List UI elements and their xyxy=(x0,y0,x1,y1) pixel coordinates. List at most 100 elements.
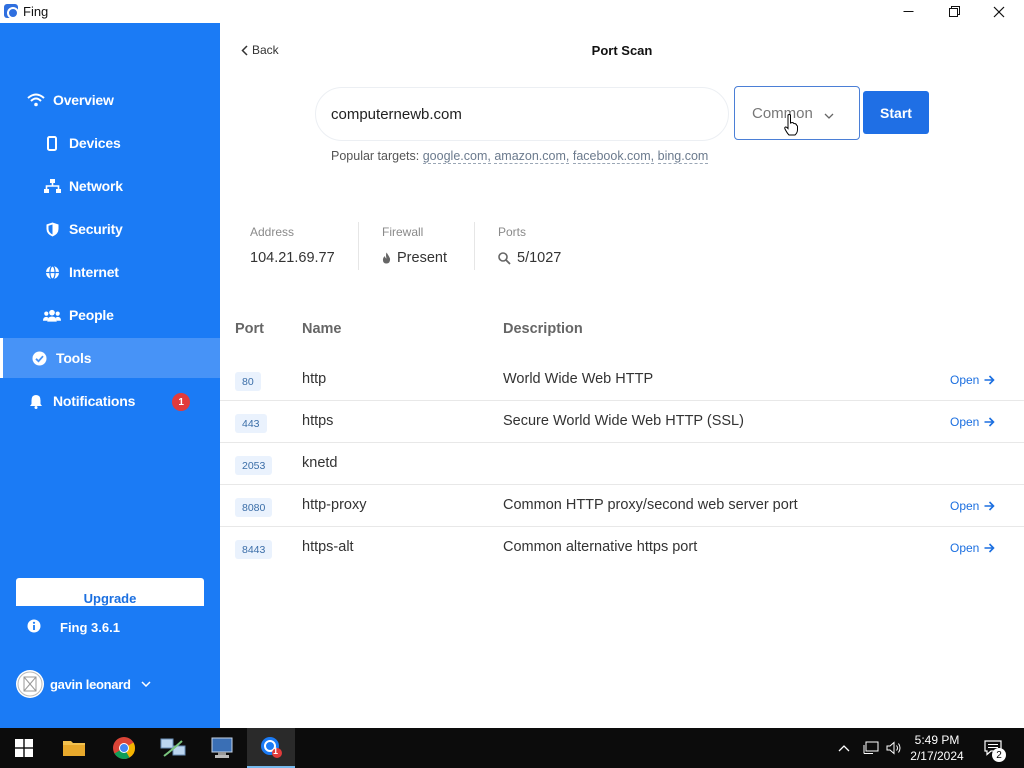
port-number: 443 xyxy=(235,414,267,433)
sidebar-item-label: Overview xyxy=(53,92,114,108)
sidebar-item-label: Tools xyxy=(56,350,92,366)
taskbar-file-explorer[interactable] xyxy=(50,728,98,768)
upgrade-button[interactable]: Upgrade xyxy=(16,578,204,606)
address-stat: Address 104.21.69.77 xyxy=(250,218,360,278)
sidebar-item-label: Devices xyxy=(69,135,121,151)
ports-value: 5/1027 xyxy=(517,250,562,266)
service-description: Secure World Wide Web HTTP (SSL) xyxy=(503,413,744,429)
popular-target-link[interactable]: bing.com xyxy=(657,149,709,164)
sidebar-item-internet[interactable]: Internet xyxy=(0,252,220,292)
user-menu[interactable]: gavin leonard xyxy=(16,669,151,699)
popular-targets-label: Popular targets: xyxy=(331,149,420,163)
restore-icon xyxy=(948,6,960,17)
folder-icon xyxy=(63,741,85,756)
service-name: http xyxy=(302,371,327,387)
network-computers-icon xyxy=(160,738,186,757)
sidebar-item-label: Notifications xyxy=(53,393,136,409)
arrow-right-icon xyxy=(984,417,995,427)
address-value: 104.21.69.77 xyxy=(250,250,335,266)
popular-target-link[interactable]: google.com, xyxy=(422,149,491,164)
target-input[interactable] xyxy=(315,87,729,141)
open-port-link[interactable]: Open xyxy=(950,373,995,387)
notification-badge: 1 xyxy=(172,393,190,411)
back-button[interactable]: Back xyxy=(241,43,279,57)
stat-divider xyxy=(474,222,475,270)
open-label: Open xyxy=(950,373,980,387)
window-title-bar: Fing xyxy=(0,0,1024,23)
popular-target-link[interactable]: facebook.com, xyxy=(572,149,655,164)
table-row: 80 http World Wide Web HTTP Open xyxy=(220,359,1024,401)
search-icon xyxy=(498,251,511,265)
service-description: World Wide Web HTTP xyxy=(503,371,654,387)
description-column-header: Description xyxy=(503,321,583,337)
start-button[interactable]: Start xyxy=(863,91,929,134)
fing-app-icon xyxy=(4,4,19,19)
table-row: 8443 https-alt Common alternative https … xyxy=(220,527,1024,569)
avatar xyxy=(16,670,44,698)
taskbar-chrome[interactable] xyxy=(100,728,148,768)
sidebar-item-label: Internet xyxy=(69,264,119,280)
info-icon xyxy=(27,619,43,635)
minimize-button[interactable] xyxy=(885,0,931,23)
fing-app-icon xyxy=(261,737,282,758)
taskbar: 1 5:49 PM 2/17/2024 2 xyxy=(0,728,1024,768)
main-panel: Back Port Scan Common Start Popular targ… xyxy=(220,23,1024,728)
sidebar-item-tools[interactable]: Tools xyxy=(0,338,220,378)
open-port-link[interactable]: Open xyxy=(950,415,995,429)
volume-button[interactable] xyxy=(886,728,902,768)
stat-divider xyxy=(358,222,359,270)
taskbar-network-app[interactable] xyxy=(149,728,197,768)
sidebar-item-network[interactable]: Network xyxy=(0,166,220,206)
chevron-up-icon xyxy=(838,745,850,752)
people-icon xyxy=(43,306,61,324)
open-port-link[interactable]: Open xyxy=(950,499,995,513)
sidebar: Overview Devices Network Security Intern… xyxy=(0,23,220,728)
ports-table-header: Port Name Description xyxy=(220,321,1024,343)
restore-button[interactable] xyxy=(931,0,977,23)
chevron-down-icon xyxy=(141,681,151,687)
port-number: 8443 xyxy=(235,540,273,559)
table-row: 8080 http-proxy Common HTTP proxy/second… xyxy=(220,485,1024,527)
check-circle-icon xyxy=(30,349,48,367)
phone-icon xyxy=(43,134,61,152)
service-description: Common alternative https port xyxy=(503,539,698,555)
network-status-button[interactable] xyxy=(863,728,879,768)
system-clock[interactable]: 5:49 PM 2/17/2024 xyxy=(906,732,968,764)
minimize-icon xyxy=(903,11,913,12)
ports-value-row: 5/1027 xyxy=(498,250,561,266)
show-hidden-icons-button[interactable] xyxy=(838,728,850,768)
clock-time: 5:49 PM xyxy=(914,733,960,747)
service-name: https xyxy=(302,413,334,429)
arrow-right-icon xyxy=(984,375,995,385)
version-label: Fing 3.6.1 xyxy=(60,619,120,635)
popular-target-link[interactable]: amazon.com, xyxy=(494,149,570,164)
taskbar-fing[interactable]: 1 xyxy=(247,728,295,768)
sidebar-item-overview[interactable]: Overview xyxy=(0,80,220,120)
user-name: gavin leonard xyxy=(50,676,131,692)
clock-date: 2/17/2024 xyxy=(910,749,964,763)
close-button[interactable] xyxy=(976,0,1022,23)
open-label: Open xyxy=(950,415,980,429)
firewall-stat: Firewall Present xyxy=(382,218,482,278)
sidebar-item-label: Network xyxy=(69,178,123,194)
globe-icon xyxy=(43,263,61,281)
sidebar-item-notifications[interactable]: Notifications 1 xyxy=(0,381,220,421)
table-row: 443 https Secure World Wide Web HTTP (SS… xyxy=(220,401,1024,443)
sidebar-item-devices[interactable]: Devices xyxy=(0,123,220,163)
back-label: Back xyxy=(252,43,279,57)
service-name: https-alt xyxy=(302,539,354,555)
sidebar-item-security[interactable]: Security xyxy=(0,209,220,249)
start-menu-button[interactable] xyxy=(0,728,48,768)
upgrade-label: Upgrade xyxy=(83,591,137,606)
ports-label: Ports xyxy=(498,225,527,239)
firewall-label: Firewall xyxy=(382,225,424,239)
table-row: 2053 knetd xyxy=(220,443,1024,485)
sidebar-item-people[interactable]: People xyxy=(0,295,220,335)
port-column-header: Port xyxy=(235,321,264,337)
firewall-value: Present xyxy=(397,250,447,266)
open-port-link[interactable]: Open xyxy=(950,541,995,555)
firewall-value-row: Present xyxy=(382,250,447,266)
taskbar-remote-desktop[interactable] xyxy=(198,728,246,768)
service-name: http-proxy xyxy=(302,497,367,513)
windows-logo-icon xyxy=(15,739,33,757)
